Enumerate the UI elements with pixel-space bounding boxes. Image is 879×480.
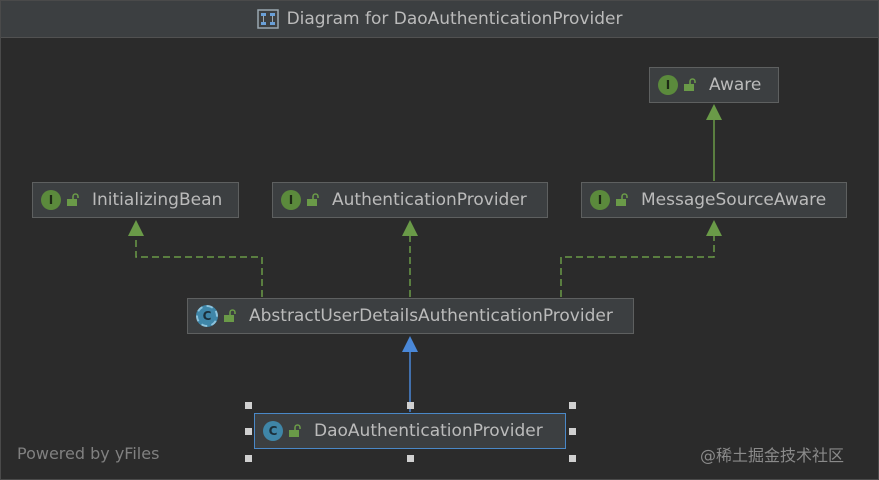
- node-label: AuthenticationProvider: [332, 190, 527, 210]
- interface-icon: I: [658, 75, 678, 95]
- selection-handle-middle-left[interactable]: [245, 428, 252, 435]
- unlock-icon: [307, 193, 319, 206]
- node-authenticationprovider[interactable]: I AuthenticationProvider: [272, 182, 548, 218]
- selection-handle-bottom-left[interactable]: [245, 455, 252, 462]
- node-label: AbstractUserDetailsAuthenticationProvide…: [249, 306, 613, 326]
- node-label: InitializingBean: [92, 190, 223, 210]
- selection-handle-top-left[interactable]: [245, 402, 252, 409]
- node-messagesourceaware[interactable]: I MessageSourceAware: [581, 182, 847, 218]
- node-label: Aware: [709, 75, 762, 95]
- unlock-icon: [684, 78, 696, 91]
- powered-by-label: Powered by yFiles: [17, 444, 160, 463]
- unlock-icon: [224, 309, 236, 322]
- selection-handle-top-right[interactable]: [569, 402, 576, 409]
- node-label: MessageSourceAware: [641, 190, 827, 210]
- selection-handle-bottom-center[interactable]: [407, 455, 414, 462]
- unlock-icon: [616, 193, 628, 206]
- node-abstractuserdetailsauthenticationprovider[interactable]: C AbstractUserDetailsAuthenticationProvi…: [187, 298, 634, 334]
- selection-handle-top-center[interactable]: [407, 402, 414, 409]
- interface-icon: I: [41, 190, 61, 210]
- window-title: Diagram for DaoAuthenticationProvider: [286, 9, 623, 29]
- unlock-icon: [289, 424, 301, 437]
- node-initializingbean[interactable]: I InitializingBean: [32, 182, 239, 218]
- title-bar: Diagram for DaoAuthenticationProvider: [1, 1, 878, 38]
- node-aware[interactable]: I Aware: [649, 67, 779, 103]
- interface-icon: I: [281, 190, 301, 210]
- abstract-class-icon: C: [196, 305, 218, 327]
- unlock-icon: [67, 193, 79, 206]
- watermark: @稀土掘金技术社区: [700, 446, 845, 465]
- diagram-icon: [256, 9, 279, 29]
- class-icon: C: [263, 421, 283, 441]
- selection-handle-bottom-right[interactable]: [569, 455, 576, 462]
- selection-handle-middle-right[interactable]: [569, 428, 576, 435]
- node-daoauthenticationprovider[interactable]: C DaoAuthenticationProvider: [254, 413, 566, 449]
- node-label: DaoAuthenticationProvider: [314, 421, 543, 441]
- interface-icon: I: [590, 190, 610, 210]
